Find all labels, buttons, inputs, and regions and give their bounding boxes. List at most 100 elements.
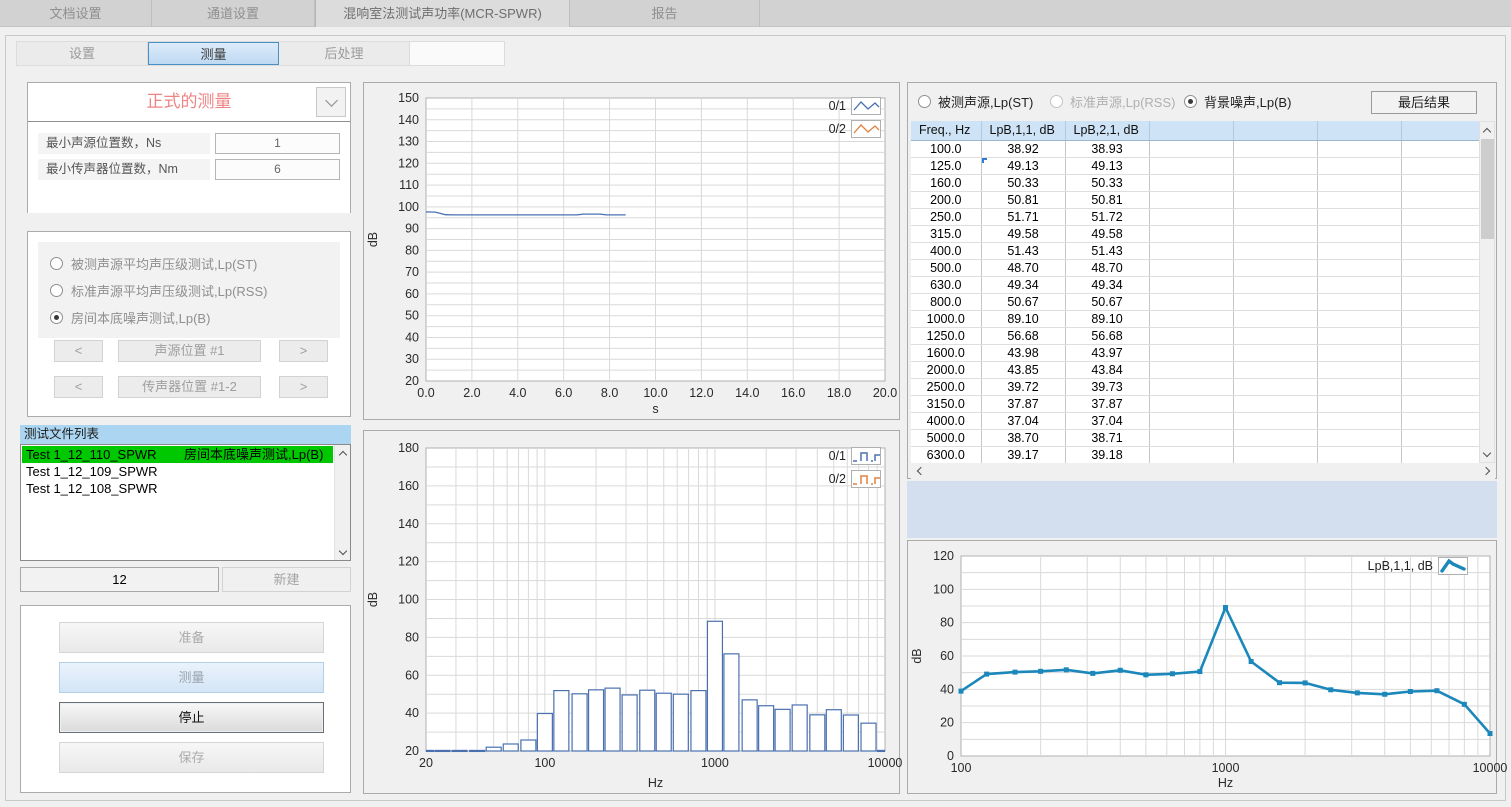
table-cell[interactable] bbox=[1233, 157, 1317, 174]
result-source-option-2[interactable]: 标准声源,Lp(RSS) bbox=[1050, 92, 1175, 111]
table-cell[interactable] bbox=[1401, 310, 1479, 327]
table-cell[interactable]: 43.98 bbox=[981, 344, 1065, 361]
table-cell[interactable] bbox=[1233, 310, 1317, 327]
file-list-item[interactable]: Test 1_12_110_SPWR房间本底噪声测试,Lp(B) bbox=[22, 446, 333, 463]
table-cell[interactable] bbox=[1149, 242, 1233, 259]
table-cell[interactable] bbox=[1149, 344, 1233, 361]
table-cell[interactable] bbox=[1233, 242, 1317, 259]
table-cell[interactable]: 200.0 bbox=[911, 191, 981, 208]
table-cell[interactable] bbox=[1233, 412, 1317, 429]
table-cell[interactable]: 50.67 bbox=[1065, 293, 1149, 310]
table-cell[interactable] bbox=[1233, 208, 1317, 225]
table-cell[interactable]: 2500.0 bbox=[911, 378, 981, 395]
table-cell[interactable]: 48.70 bbox=[1065, 259, 1149, 276]
table-cell[interactable]: 800.0 bbox=[911, 293, 981, 310]
file-list-scrollbar[interactable] bbox=[334, 445, 350, 560]
table-cell[interactable]: 56.68 bbox=[1065, 327, 1149, 344]
table-cell[interactable] bbox=[1149, 276, 1233, 293]
source-position-button[interactable]: 声源位置 #1 bbox=[118, 340, 261, 362]
radio-icon[interactable] bbox=[918, 95, 931, 108]
table-cell[interactable]: 49.13 bbox=[981, 157, 1065, 174]
table-cell[interactable] bbox=[1317, 344, 1401, 361]
mode-dropdown-button[interactable] bbox=[316, 87, 346, 117]
table-cell[interactable] bbox=[1233, 191, 1317, 208]
position-prev-button[interactable]: < bbox=[54, 340, 103, 362]
table-cell[interactable]: 630.0 bbox=[911, 276, 981, 293]
table-cell[interactable]: 125.0 bbox=[911, 157, 981, 174]
table-cell[interactable] bbox=[1149, 378, 1233, 395]
table-cell[interactable]: 37.04 bbox=[1065, 412, 1149, 429]
action-button-save[interactable]: 保存 bbox=[59, 742, 324, 773]
table-cell[interactable] bbox=[1317, 242, 1401, 259]
action-button-prepare[interactable]: 准备 bbox=[59, 622, 324, 653]
table-cell[interactable] bbox=[1233, 225, 1317, 242]
scroll-right-icon[interactable] bbox=[1479, 463, 1495, 479]
table-header-cell[interactable] bbox=[1401, 121, 1479, 140]
table-cell[interactable]: 43.97 bbox=[1065, 344, 1149, 361]
table-cell[interactable]: 4000.0 bbox=[911, 412, 981, 429]
param-value-field[interactable]: 1 bbox=[215, 133, 340, 154]
table-cell[interactable] bbox=[1317, 378, 1401, 395]
new-file-button[interactable]: 新建 bbox=[222, 567, 351, 592]
file-list-item[interactable]: Test 1_12_109_SPWR bbox=[22, 463, 333, 480]
action-button-stop[interactable]: 停止 bbox=[59, 702, 324, 733]
tab-2[interactable]: 通道设置 bbox=[152, 0, 315, 27]
table-cell[interactable] bbox=[1149, 208, 1233, 225]
action-button-measure[interactable]: 测量 bbox=[59, 662, 324, 693]
table-cell[interactable]: 5000.0 bbox=[911, 429, 981, 446]
table-cell[interactable] bbox=[1233, 378, 1317, 395]
table-cell[interactable]: 100.0 bbox=[911, 140, 981, 157]
table-cell[interactable] bbox=[1317, 140, 1401, 157]
scroll-left-icon[interactable] bbox=[911, 463, 927, 479]
table-cell[interactable] bbox=[1233, 429, 1317, 446]
table-cell[interactable] bbox=[1149, 191, 1233, 208]
table-cell[interactable] bbox=[1149, 412, 1233, 429]
subtab-1[interactable]: 设置 bbox=[17, 42, 148, 65]
table-cell[interactable]: 39.17 bbox=[981, 446, 1065, 463]
table-cell[interactable] bbox=[1317, 276, 1401, 293]
table-cell[interactable]: 89.10 bbox=[1065, 310, 1149, 327]
table-cell[interactable]: 38.93 bbox=[1065, 140, 1149, 157]
table-cell[interactable] bbox=[1401, 344, 1479, 361]
param-value-field[interactable]: 6 bbox=[215, 159, 340, 180]
table-cell[interactable] bbox=[1317, 327, 1401, 344]
table-cell[interactable] bbox=[1317, 225, 1401, 242]
table-cell[interactable]: 315.0 bbox=[911, 225, 981, 242]
table-cell[interactable] bbox=[1401, 276, 1479, 293]
result-source-option-1[interactable]: 被测声源,Lp(ST) bbox=[918, 92, 1033, 111]
table-cell[interactable] bbox=[1317, 446, 1401, 463]
scroll-up-icon[interactable] bbox=[335, 445, 351, 461]
table-cell[interactable]: 51.43 bbox=[981, 242, 1065, 259]
table-cell[interactable]: 43.85 bbox=[981, 361, 1065, 378]
table-cell[interactable] bbox=[1401, 242, 1479, 259]
test-type-option-3[interactable]: 房间本底噪声测试,Lp(B) bbox=[50, 304, 340, 331]
table-cell[interactable] bbox=[1317, 412, 1401, 429]
table-header-cell[interactable] bbox=[1317, 121, 1401, 140]
table-cell[interactable]: 56.68 bbox=[981, 327, 1065, 344]
table-cell[interactable] bbox=[1401, 395, 1479, 412]
table-cell[interactable] bbox=[1401, 259, 1479, 276]
test-type-option-1[interactable]: 被测声源平均声压级测试,Lp(ST) bbox=[50, 250, 340, 277]
position-prev-button[interactable]: < bbox=[54, 376, 103, 398]
table-vertical-scrollbar[interactable] bbox=[1479, 121, 1495, 463]
table-cell[interactable]: 50.81 bbox=[981, 191, 1065, 208]
table-cell[interactable] bbox=[1401, 429, 1479, 446]
table-cell[interactable] bbox=[1401, 327, 1479, 344]
table-cell[interactable] bbox=[1317, 174, 1401, 191]
table-cell[interactable] bbox=[1233, 344, 1317, 361]
radio-icon[interactable] bbox=[50, 257, 63, 270]
table-cell[interactable]: 50.81 bbox=[1065, 191, 1149, 208]
table-cell[interactable]: 51.71 bbox=[981, 208, 1065, 225]
table-cell[interactable] bbox=[1149, 310, 1233, 327]
test-type-option-2[interactable]: 标准声源平均声压级测试,Lp(RSS) bbox=[50, 277, 340, 304]
table-header-cell[interactable]: Freq., Hz bbox=[911, 121, 981, 140]
table-cell[interactable] bbox=[1401, 412, 1479, 429]
table-cell[interactable]: 50.67 bbox=[981, 293, 1065, 310]
table-cell[interactable]: 38.92 bbox=[981, 140, 1065, 157]
table-cell[interactable] bbox=[1401, 293, 1479, 310]
tab-1[interactable]: 文档设置 bbox=[0, 0, 152, 27]
table-cell[interactable]: 2000.0 bbox=[911, 361, 981, 378]
table-cell[interactable] bbox=[1233, 361, 1317, 378]
table-cell[interactable] bbox=[1149, 429, 1233, 446]
table-cell[interactable]: 38.70 bbox=[981, 429, 1065, 446]
